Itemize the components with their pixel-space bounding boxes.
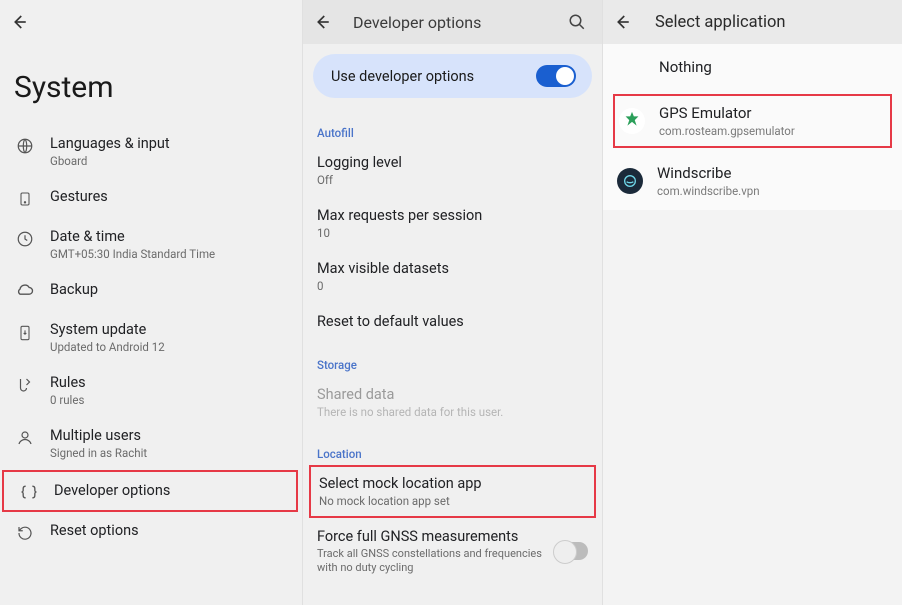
menu-item-reset-options[interactable]: Reset options bbox=[0, 512, 302, 552]
section-header-autofill: Autofill bbox=[303, 108, 602, 144]
item-logging-level[interactable]: Logging level Off bbox=[303, 144, 602, 197]
back-icon[interactable] bbox=[613, 13, 637, 31]
menu-label: Rules bbox=[50, 374, 86, 391]
app-label: Windscribe bbox=[657, 164, 760, 182]
menu-item-gestures[interactable]: Gestures bbox=[0, 178, 302, 218]
app-sub: com.rosteam.gpsemulator bbox=[659, 124, 795, 138]
item-shared-data: Shared data There is no shared data for … bbox=[303, 376, 602, 429]
menu-label: Date & time bbox=[50, 228, 215, 245]
app-sub: com.windscribe.vpn bbox=[657, 184, 760, 198]
dev-options-title: Developer options bbox=[353, 13, 552, 32]
globe-icon bbox=[14, 135, 36, 155]
menu-item-backup[interactable]: Backup bbox=[0, 271, 302, 311]
item-sub: 0 bbox=[317, 279, 588, 293]
item-sub: There is no shared data for this user. bbox=[317, 405, 588, 419]
reset-icon bbox=[14, 522, 36, 542]
menu-label: Developer options bbox=[54, 482, 170, 499]
menu-item-datetime[interactable]: Date & time GMT+05:30 India Standard Tim… bbox=[0, 218, 302, 271]
clock-icon bbox=[14, 228, 36, 248]
system-settings-panel: System Languages & input Gboard Gestures bbox=[0, 0, 302, 605]
section-header-storage: Storage bbox=[303, 340, 602, 376]
use-dev-label: Use developer options bbox=[331, 68, 474, 85]
item-max-requests[interactable]: Max requests per session 10 bbox=[303, 197, 602, 250]
gestures-icon bbox=[14, 188, 36, 208]
menu-label: Gestures bbox=[50, 188, 108, 205]
item-mock-location[interactable]: Select mock location app No mock locatio… bbox=[309, 465, 596, 518]
item-label: Reset to default values bbox=[317, 313, 588, 330]
panel3-topbar: Select application bbox=[603, 0, 902, 44]
item-label: Logging level bbox=[317, 154, 588, 171]
item-label: Shared data bbox=[317, 386, 588, 403]
developer-options-panel: Developer options Use developer options … bbox=[302, 0, 602, 605]
menu-sub: 0 rules bbox=[50, 393, 86, 407]
menu-item-developer-options[interactable]: Developer options bbox=[2, 470, 298, 512]
app-item-windscribe[interactable]: Windscribe com.windscribe.vpn bbox=[603, 152, 902, 210]
toggle-on-icon[interactable] bbox=[536, 65, 576, 87]
menu-label: Backup bbox=[50, 281, 98, 298]
app-label: GPS Emulator bbox=[659, 104, 795, 122]
menu-label: Multiple users bbox=[50, 427, 147, 444]
user-icon bbox=[14, 427, 36, 447]
item-max-datasets[interactable]: Max visible datasets 0 bbox=[303, 250, 602, 303]
page-title: System bbox=[0, 44, 302, 125]
use-developer-options-toggle-row[interactable]: Use developer options bbox=[313, 54, 592, 98]
app-list: Nothing GPS Emulator com.rosteam.gpsemul… bbox=[603, 44, 902, 210]
item-reset-defaults[interactable]: Reset to default values bbox=[303, 303, 602, 340]
item-label: Select mock location app bbox=[319, 475, 586, 492]
item-label: Max requests per session bbox=[317, 207, 588, 224]
back-icon[interactable] bbox=[10, 13, 34, 31]
menu-sub: GMT+05:30 India Standard Time bbox=[50, 247, 215, 261]
menu-label: Languages & input bbox=[50, 135, 170, 152]
select-application-panel: Select application Nothing GPS Emulator … bbox=[602, 0, 902, 605]
cloud-icon bbox=[14, 281, 36, 297]
windscribe-icon bbox=[617, 168, 643, 194]
system-update-icon bbox=[14, 321, 36, 343]
menu-label: Reset options bbox=[50, 522, 139, 539]
item-sub: Off bbox=[317, 173, 588, 187]
item-label: Max visible datasets bbox=[317, 260, 588, 277]
gps-emulator-icon bbox=[619, 108, 645, 134]
menu-sub: Signed in as Rachit bbox=[50, 446, 147, 460]
item-sub: 10 bbox=[317, 226, 588, 240]
back-icon[interactable] bbox=[313, 13, 337, 31]
item-label: Force full GNSS measurements bbox=[317, 528, 546, 545]
menu-item-languages[interactable]: Languages & input Gboard bbox=[0, 125, 302, 178]
rules-icon bbox=[14, 374, 36, 394]
item-sub: Track all GNSS constellations and freque… bbox=[317, 547, 546, 575]
menu-label: System update bbox=[50, 321, 165, 338]
toggle-off-icon[interactable] bbox=[554, 542, 588, 560]
panel1-topbar bbox=[0, 0, 302, 44]
menu-item-multiple-users[interactable]: Multiple users Signed in as Rachit bbox=[0, 417, 302, 470]
search-icon[interactable] bbox=[568, 13, 592, 31]
app-item-gps-emulator[interactable]: GPS Emulator com.rosteam.gpsemulator bbox=[613, 94, 892, 148]
menu-sub: Updated to Android 12 bbox=[50, 340, 165, 354]
item-sub: No mock location app set bbox=[319, 494, 586, 508]
menu-item-system-update[interactable]: System update Updated to Android 12 bbox=[0, 311, 302, 364]
braces-icon bbox=[18, 482, 40, 500]
item-force-gnss[interactable]: Force full GNSS measurements Track all G… bbox=[303, 518, 602, 585]
panel2-topbar: Developer options bbox=[303, 0, 602, 44]
menu-sub: Gboard bbox=[50, 154, 170, 168]
menu-item-rules[interactable]: Rules 0 rules bbox=[0, 364, 302, 417]
app-item-nothing[interactable]: Nothing bbox=[603, 44, 902, 90]
system-menu-list: Languages & input Gboard Gestures Date &… bbox=[0, 125, 302, 552]
section-header-location: Location bbox=[303, 429, 602, 465]
select-app-title: Select application bbox=[655, 13, 786, 32]
